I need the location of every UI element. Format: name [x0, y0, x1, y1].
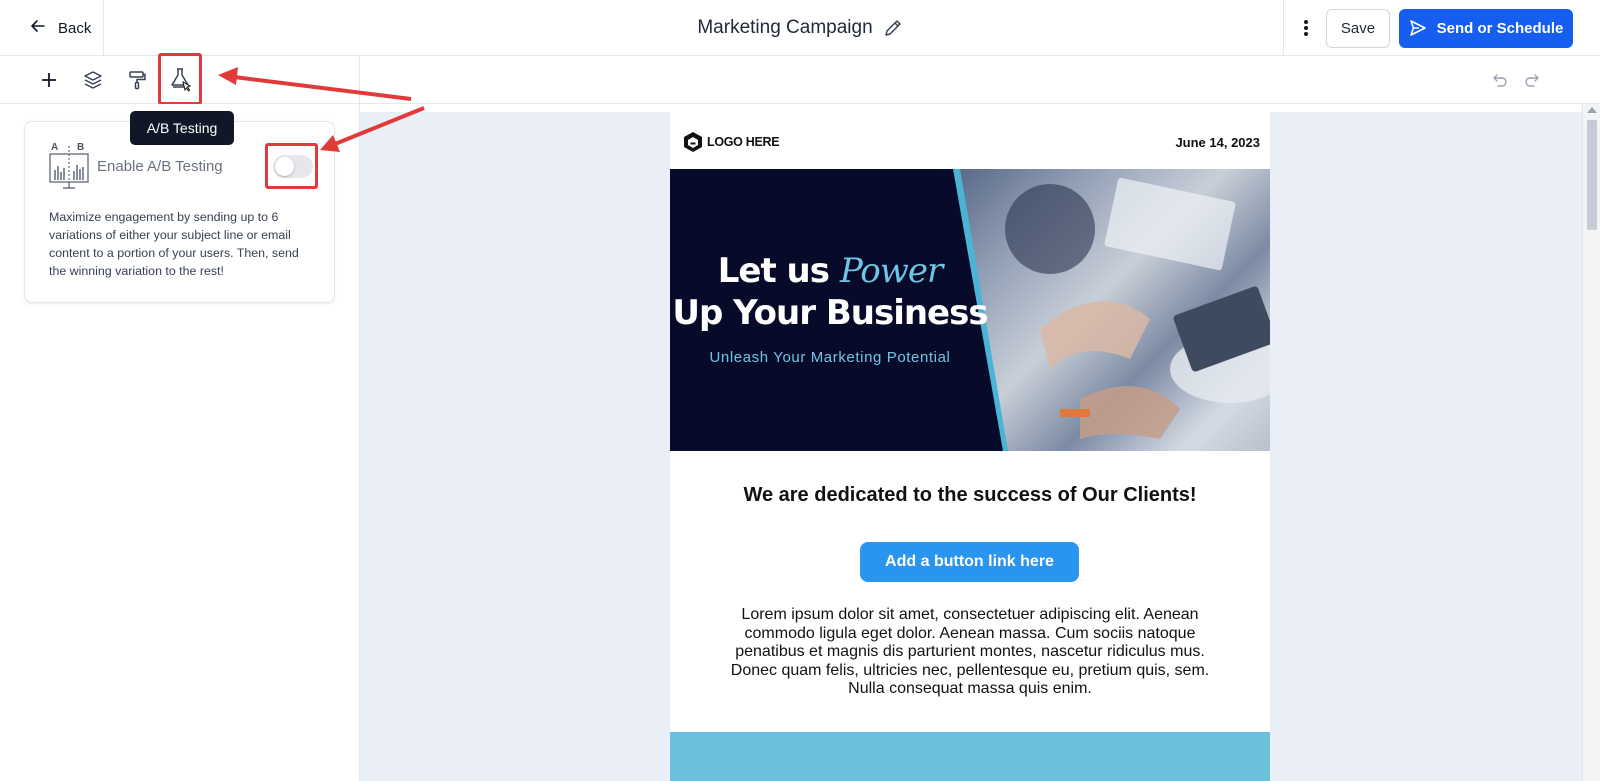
- send-icon: [1409, 20, 1426, 36]
- ab-chart-icon: A B: [49, 142, 89, 189]
- header-actions: Save Send or Schedule: [1283, 0, 1600, 56]
- logo-text: LOGO HERE: [707, 135, 780, 149]
- enable-ab-label: Enable A/B Testing: [97, 158, 223, 175]
- editor-canvas: LOGO HERE June 14, 2023 Let us Power Up …: [360, 104, 1582, 781]
- sidebar-panel: A B Enable A/B Testing Maximize engageme…: [0, 104, 360, 781]
- send-or-schedule-button[interactable]: Send or Schedule: [1399, 8, 1573, 48]
- add-icon[interactable]: [29, 59, 69, 101]
- ab-testing-tool-button[interactable]: [158, 53, 202, 105]
- hero-banner[interactable]: Let us Power Up Your Business Unleash Yo…: [670, 169, 1270, 451]
- hexagon-logo-icon: [684, 132, 702, 152]
- hero-photo: [960, 169, 1270, 451]
- more-options-icon[interactable]: [1292, 10, 1320, 46]
- hero-subtitle: Unleash Your Marketing Potential: [709, 349, 951, 366]
- save-button[interactable]: Save: [1326, 8, 1390, 48]
- email-logo[interactable]: LOGO HERE: [682, 131, 780, 153]
- toggle-highlight: [265, 143, 318, 189]
- email-header: LOGO HERE June 14, 2023: [670, 112, 1270, 169]
- layers-icon[interactable]: [73, 59, 113, 101]
- page-title: Marketing Campaign: [697, 17, 873, 38]
- flask-icon: [171, 68, 191, 92]
- scroll-thumb[interactable]: [1587, 120, 1597, 230]
- back-label: Back: [58, 19, 92, 37]
- redo-icon[interactable]: [1524, 72, 1540, 88]
- hero-line-2: Up Your Business: [672, 293, 988, 333]
- pencil-icon[interactable]: [883, 18, 903, 38]
- top-bar: Back Marketing Campaign Save Send or Sch…: [0, 0, 1600, 56]
- toggle-knob: [275, 157, 294, 176]
- email-color-band[interactable]: [670, 732, 1270, 781]
- back-button[interactable]: Back: [0, 0, 104, 56]
- email-cta-button[interactable]: Add a button link here: [860, 542, 1079, 582]
- arrow-left-icon: [30, 18, 46, 38]
- canvas-scrollbar[interactable]: [1582, 104, 1600, 781]
- tooltip: A/B Testing: [130, 111, 234, 145]
- svg-text:A: A: [51, 142, 58, 153]
- ab-description: Maximize engagement by sending up to 6 v…: [49, 210, 299, 278]
- enable-ab-toggle[interactable]: [273, 155, 313, 178]
- email-heading[interactable]: We are dedicated to the success of Our C…: [670, 484, 1270, 507]
- paint-roller-icon[interactable]: [117, 59, 157, 101]
- hero-line-1: Let us Power: [717, 251, 944, 291]
- send-label: Send or Schedule: [1436, 19, 1564, 37]
- scroll-up-icon[interactable]: [1587, 107, 1597, 113]
- history-controls: [1492, 56, 1540, 104]
- email-preview: LOGO HERE June 14, 2023 Let us Power Up …: [670, 112, 1270, 781]
- svg-text:B: B: [77, 142, 84, 153]
- undo-icon[interactable]: [1492, 72, 1508, 88]
- email-date: June 14, 2023: [1175, 135, 1260, 150]
- email-body-text[interactable]: Lorem ipsum dolor sit amet, consectetuer…: [722, 606, 1218, 699]
- ab-testing-card: A B Enable A/B Testing Maximize engageme…: [24, 121, 335, 303]
- editor-toolbar: [0, 53, 1600, 105]
